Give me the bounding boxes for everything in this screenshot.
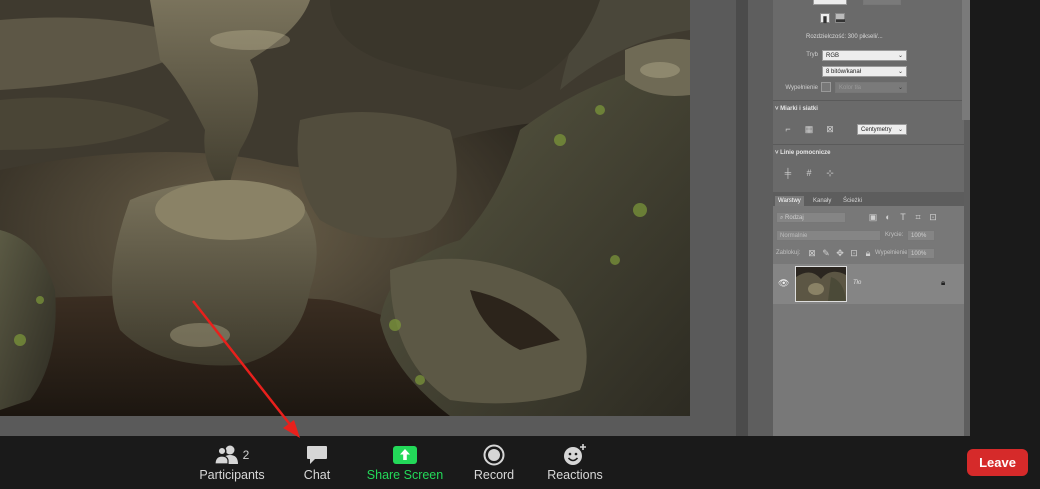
opacity-label: Krycie: (885, 232, 904, 238)
bits-value: 8 bitów/kanał (826, 69, 862, 75)
filter-type-icon[interactable]: T (898, 212, 908, 222)
screen-share-margin (970, 0, 1040, 436)
blend-mode-value: Normalnie (780, 233, 808, 239)
mode-label: Tryb (806, 52, 818, 58)
reactions-icon (564, 444, 586, 465)
lock-transparency-icon[interactable]: ⊠ (807, 248, 817, 258)
properties-content: ▮ ▬ Rozdzielczość: 300 pikseli/... Tryb … (773, 0, 964, 436)
divider (773, 100, 964, 101)
record-label: Record (473, 468, 515, 482)
pixel-grid-icon[interactable]: ⊠ (825, 124, 835, 134)
lock-all-icon[interactable]: 🔒︎ (863, 248, 873, 258)
chevron-down-icon: ⌄ (897, 85, 903, 91)
ruler-icon[interactable]: ⌐ (783, 124, 793, 134)
fill-select[interactable]: Kolor tła ⌄ (835, 82, 907, 93)
blend-mode-select[interactable]: Normalnie (776, 230, 881, 241)
chevron-down-icon: ⌄ (897, 53, 903, 59)
eye-icon[interactable]: 👁︎ (778, 278, 789, 289)
record-icon (483, 444, 505, 466)
chevron-down-icon: ⌄ (897, 69, 903, 75)
layer-name: Tło (853, 280, 862, 286)
chevron-down-icon: ⌄ (897, 127, 903, 133)
guides-section-label: Linie pomocnicze (780, 150, 831, 156)
participants-label: Participants (199, 468, 265, 482)
opacity-field[interactable]: 100% (907, 230, 935, 241)
fill-value: Kolor tła (839, 85, 862, 91)
participants-button[interactable]: 2 Participants (198, 436, 266, 489)
fill-swatch[interactable] (821, 82, 831, 92)
fill-label: Wypełnienie (785, 85, 818, 91)
record-button[interactable]: Record (472, 436, 516, 489)
canvas-scroll-gutter (736, 0, 748, 436)
share-screen-button[interactable]: Share Screen (367, 436, 443, 489)
height-field[interactable] (863, 0, 901, 5)
participants-count: 2 (242, 448, 250, 462)
tab-layers[interactable]: Warstwy (775, 196, 804, 206)
app-window: ▮ ▬ Rozdzielczość: 300 pikseli/... Tryb … (0, 0, 1040, 489)
portrait-icon[interactable]: ▮ (820, 13, 830, 24)
participants-icon (214, 445, 238, 465)
opacity-value: 100% (911, 233, 927, 239)
cave-photo (0, 0, 690, 416)
chat-icon (307, 446, 327, 464)
layer-row-background[interactable]: 👁︎ Tło 🔒︎ (773, 264, 964, 304)
bits-select[interactable]: 8 bitów/kanał ⌄ (822, 66, 907, 77)
lock-pixels-icon[interactable]: ✎ (821, 248, 831, 258)
kind-filter-value: Rodzaj (785, 215, 804, 221)
lock-position-icon[interactable]: ✥ (835, 248, 845, 258)
tab-channels[interactable]: Kanały (810, 196, 834, 206)
guide-layout-icon[interactable]: # (804, 168, 814, 178)
rulers-section-label: Miarki i siatki (780, 106, 818, 112)
share-screen-icon (393, 446, 417, 464)
rulers-section-title[interactable]: ˅ Miarki i siatki (775, 106, 818, 112)
leave-button[interactable]: Leave (967, 449, 1028, 476)
fill-opacity-label: Wypełnienie: (875, 250, 910, 256)
photoshop-properties-panel: ▮ ▬ Rozdzielczość: 300 pikseli/... Tryb … (748, 0, 970, 436)
units-select[interactable]: Centymetry ⌄ (857, 124, 907, 135)
panel-scrollbar[interactable] (962, 0, 970, 120)
mode-select[interactable]: RGB ⌄ (822, 50, 907, 61)
reactions-label: Reactions (547, 468, 603, 482)
chat-label: Chat (303, 468, 331, 482)
filter-adjustment-icon[interactable]: ◐ (883, 212, 893, 222)
landscape-icon[interactable]: ▬ (835, 13, 845, 24)
shared-screen-canvas (0, 0, 736, 436)
layer-thumbnail (795, 266, 847, 302)
fill-opacity-field[interactable]: 100% (907, 248, 935, 259)
kind-filter-select[interactable]: ⌕ Rodzaj (776, 212, 846, 223)
grid-icon[interactable]: ▦ (804, 124, 814, 134)
divider (773, 144, 964, 145)
filter-smart-icon[interactable]: ⊡ (928, 212, 938, 222)
guides-section-title[interactable]: ˅ Linie pomocnicze (775, 150, 831, 156)
reactions-button[interactable]: Reactions (546, 436, 604, 489)
filter-pixel-icon[interactable]: ▣ (868, 212, 878, 222)
meeting-toolbar: 2 Participants Chat Share Screen Record … (0, 436, 1040, 489)
fill-opacity-value: 100% (911, 251, 927, 257)
lock-label: Zablokuj: (776, 250, 801, 256)
tab-paths[interactable]: Ścieżki (840, 196, 865, 206)
layers-panel (773, 192, 964, 436)
chat-button[interactable]: Chat (299, 436, 335, 489)
lock-icon: 🔒︎ (941, 278, 946, 287)
width-field[interactable] (813, 0, 847, 5)
units-value: Centymetry (861, 127, 892, 133)
guide-from-shape-icon[interactable]: ⊹ (825, 168, 835, 178)
filter-shape-icon[interactable]: ⌗ (913, 212, 923, 222)
lock-artboard-icon[interactable]: ⊡ (849, 248, 859, 258)
guides-icon[interactable]: ╪ (783, 168, 793, 178)
resolution-text: Rozdzielczość: 300 pikseli/... (806, 34, 883, 40)
mode-value: RGB (826, 53, 840, 59)
share-screen-label: Share Screen (366, 468, 444, 482)
